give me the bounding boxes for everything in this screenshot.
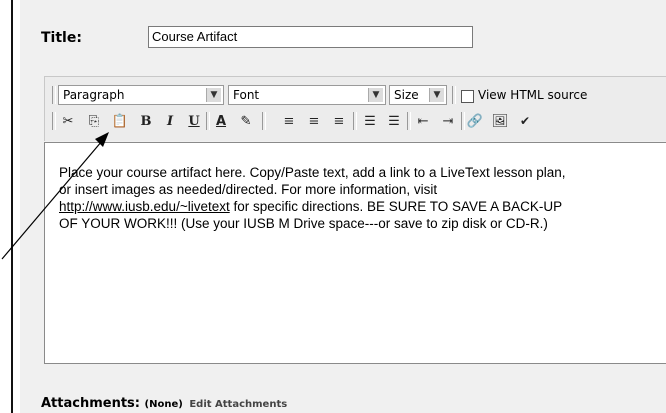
attachments-label: Attachments:: [41, 396, 140, 411]
edit-attachments-link[interactable]: Edit Attachments: [189, 399, 287, 410]
annotation-arrow: [1, 132, 109, 260]
attachments-value: (None): [144, 399, 183, 410]
attachments-row: Attachments: (None) Edit Attachments: [41, 396, 287, 411]
